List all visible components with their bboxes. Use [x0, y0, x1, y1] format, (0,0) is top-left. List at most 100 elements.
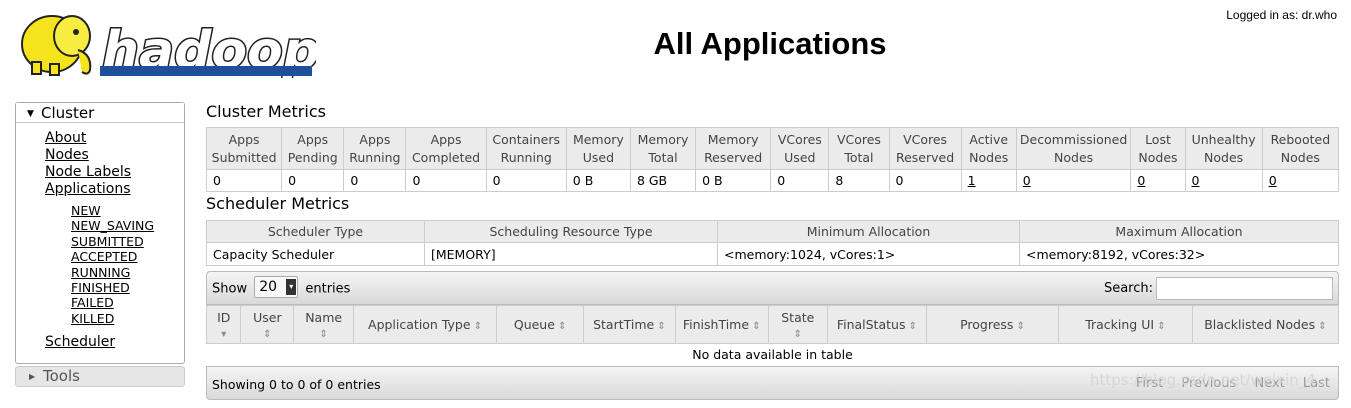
table-info: Showing 0 to 0 of 0 entries [212, 376, 381, 392]
sort-icon: ▾ [221, 328, 227, 340]
scheduler-type-value: Capacity Scheduler [206, 242, 425, 266]
watermark: https://blog.csdn.net/weixin_4... [1089, 370, 1330, 389]
sort-icon: ⇕ [1013, 321, 1025, 332]
cluster-metrics-table: Apps Submitted Apps Pending Apps Running Apps C… [205, 127, 1340, 192]
column-header-state[interactable]: State ⇕ [767, 305, 828, 344]
sidebar-item-applications[interactable]: Applications [45, 181, 131, 197]
sidebar-section-cluster[interactable]: ▼ Cluster [16, 103, 184, 123]
metric-value-1: 0 [281, 169, 345, 192]
metric-value-2: 0 [343, 169, 407, 192]
table-footer: Showing 0 to 0 of 0 entries First Previo… [206, 365, 1339, 400]
column-header-name[interactable]: Name ⇕ [293, 305, 355, 344]
column-header-starttime[interactable]: StartTime ⇕ [583, 305, 676, 344]
column-header-tracking-ui[interactable]: Tracking UI ⇕ [1057, 305, 1193, 344]
applications-panel: Show 20 ▾ entries Search: ID ▾ User ⇕ Name ⇕ Ap… [205, 271, 1340, 405]
chevron-down-icon: ▾ [286, 279, 297, 295]
column-header-id[interactable]: ID ▾ [205, 305, 242, 344]
table-toolbar: Show 20 ▾ entries Search: [206, 271, 1339, 305]
column-header-blacklisted-nodes[interactable]: Blacklisted Nodes ⇕ [1191, 305, 1340, 344]
search-control: Search: [1104, 277, 1333, 300]
applications-table: ID ▾ User ⇕ Name ⇕ Application Type ⇕ Queue ⇕ St… [205, 305, 1340, 366]
sort-icon: ⇕ [654, 321, 666, 332]
scheduler-header-min-allocation: Minimum Allocation [717, 220, 1020, 243]
metric-header-14: Unhealthy Nodes [1184, 127, 1263, 170]
column-header-finishtime[interactable]: FinishTime ⇕ [674, 305, 769, 344]
metric-header-13: Lost Nodes [1130, 127, 1186, 170]
scheduler-resource-type-value: [MEMORY] [424, 242, 718, 266]
sidebar-item-about[interactable]: About [45, 130, 86, 146]
sort-icon: ⇕ [793, 328, 802, 340]
sidebar-state-new-saving[interactable]: NEW_SAVING [71, 218, 154, 233]
column-header-queue[interactable]: Queue ⇕ [496, 305, 585, 344]
metric-value-12[interactable]: 0 [1015, 169, 1132, 192]
metric-value-3: 0 [405, 169, 487, 192]
metric-value-4: 0 [485, 169, 567, 192]
sort-icon: ⇕ [749, 321, 761, 332]
sidebar-item-node-labels[interactable]: Node Labels [45, 164, 131, 180]
metric-header-1: Apps Pending [281, 127, 345, 170]
metric-value-5: 0 B [565, 169, 631, 192]
sidebar-state-new[interactable]: NEW [71, 203, 101, 218]
sidebar-state-finished[interactable]: FINISHED [71, 280, 130, 295]
metric-value-7: 0 B [695, 169, 772, 192]
metric-header-6: Memory Total [629, 127, 697, 170]
sidebar-item-scheduler[interactable]: Scheduler [45, 334, 115, 350]
metric-value-8: 0 [770, 169, 830, 192]
scheduler-header-resource-type: Scheduling Resource Type [424, 220, 718, 243]
metric-header-8: VCores Used [770, 127, 830, 170]
sidebar-state-submitted[interactable]: SUBMITTED [71, 234, 144, 249]
show-label: Show [212, 281, 248, 297]
metric-value-9: 8 [828, 169, 890, 192]
sidebar-state-failed[interactable]: FAILED [71, 295, 114, 310]
sidebar-item-nodes[interactable]: Nodes [45, 147, 89, 163]
sidebar-state-running[interactable]: RUNNING [71, 265, 130, 280]
search-input[interactable] [1156, 277, 1333, 300]
metric-header-11: Active Nodes [960, 127, 1017, 170]
metric-header-0: Apps Submitted [205, 127, 283, 170]
page-title: All Applications [653, 26, 887, 61]
scheduler-metrics-title: Scheduler Metrics [206, 194, 350, 213]
empty-table-message: No data available in table [692, 347, 853, 363]
metric-value-15[interactable]: 0 [1261, 169, 1340, 192]
sort-icon: ⇕ [263, 328, 272, 340]
metric-value-13[interactable]: 0 [1130, 169, 1186, 192]
metric-header-10: VCores Reserved [888, 127, 962, 170]
sidebar-state-killed[interactable]: KILLED [71, 311, 114, 326]
sort-icon: ⇕ [470, 321, 483, 332]
scheduler-min-allocation-value: <memory:1024, vCores:1> [717, 242, 1020, 266]
column-header-application-type[interactable]: Application Type ⇕ [353, 305, 498, 344]
sidebar-section-tools[interactable]: ▶ Tools [15, 366, 185, 387]
sort-icon: ⇕ [905, 321, 918, 332]
metric-header-2: Apps Running [343, 127, 407, 170]
search-label: Search: [1103, 281, 1153, 296]
column-header-user[interactable]: User ⇕ [240, 305, 295, 344]
entries-select[interactable]: 20 ▾ [254, 276, 299, 298]
metric-value-14[interactable]: 0 [1184, 169, 1263, 192]
metric-header-12: Decommissioned Nodes [1015, 127, 1132, 170]
column-header-progress[interactable]: Progress ⇕ [926, 305, 1059, 344]
sort-icon: ⇕ [1315, 321, 1327, 332]
metric-value-6: 8 GB [629, 169, 697, 192]
triangle-right-icon: ▶ [29, 372, 36, 381]
triangle-down-icon: ▼ [27, 109, 34, 119]
logged-in-user: Logged in as: dr.who [1226, 8, 1337, 22]
metric-header-15: Rebooted Nodes [1261, 127, 1340, 170]
scheduler-metrics-table: Scheduler Type Scheduling Resource Type … [206, 220, 1339, 266]
sort-icon: ⇕ [554, 321, 567, 332]
sort-icon: ⇕ [319, 328, 328, 340]
metric-header-5: Memory Used [565, 127, 631, 170]
scheduler-max-allocation-value: <memory:8192, vCores:32> [1019, 242, 1339, 266]
entries-label: entries [305, 281, 351, 297]
metric-header-9: VCores Total [828, 127, 890, 170]
metric-value-11[interactable]: 1 [960, 169, 1017, 192]
metric-header-4: Containers Running [485, 127, 567, 170]
scheduler-header-max-allocation: Maximum Allocation [1019, 220, 1339, 243]
sort-icon: ⇕ [1154, 321, 1166, 332]
metric-header-3: Apps Completed [405, 127, 487, 170]
sidebar-state-accepted[interactable]: ACCEPTED [71, 249, 137, 264]
entries-length-control: Show 20 ▾ entries [212, 276, 351, 298]
column-header-finalstatus[interactable]: FinalStatus ⇕ [826, 305, 928, 344]
scheduler-header-type: Scheduler Type [206, 220, 425, 243]
sidebar-nav: ▼ Cluster About Nodes Node Labels Applica… [15, 102, 185, 364]
metric-value-10: 0 [888, 169, 962, 192]
